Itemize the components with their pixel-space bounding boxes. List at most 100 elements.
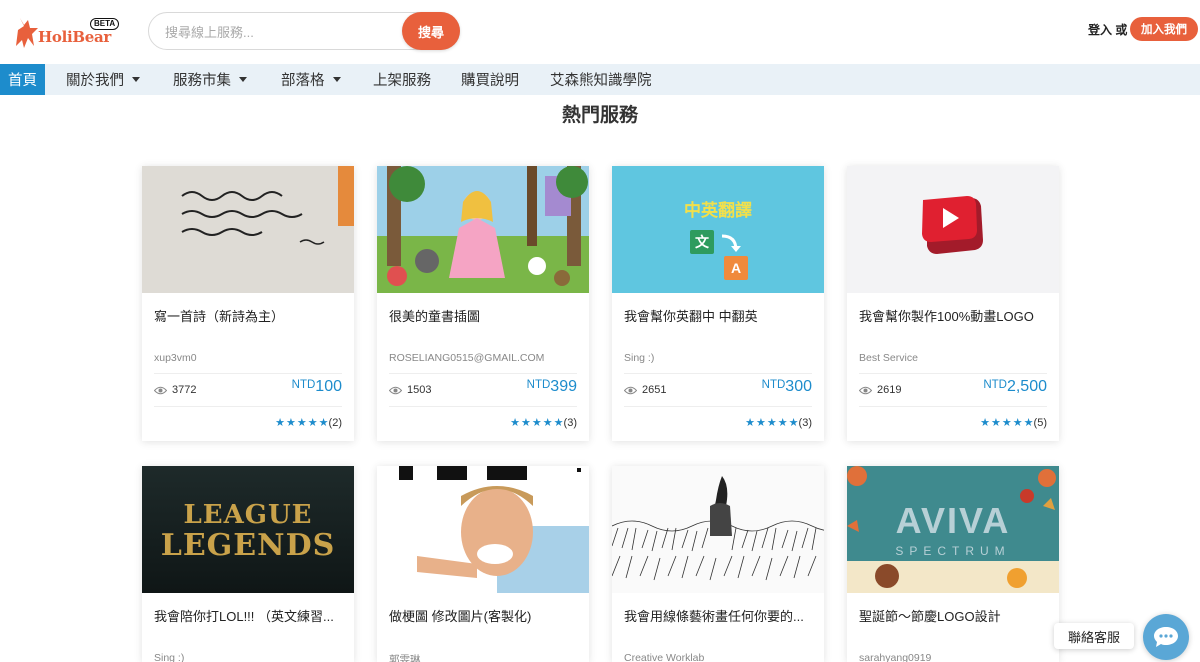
card-seller[interactable]: sarahyang0919 [859, 652, 931, 662]
nav-label: 上架服務 [373, 73, 431, 89]
price-currency: NTD [761, 379, 786, 391]
card-thumbnail[interactable]: 中英翻譯 文 A [612, 166, 824, 293]
card-title[interactable]: 聖誕節～節慶LOGO設計 [859, 606, 1049, 625]
meme-photo-image [377, 466, 589, 593]
eye-icon [624, 386, 637, 394]
card-views: 3772 [154, 384, 196, 396]
nav-label: 服務市集 [173, 73, 231, 89]
search-bar: 搜尋 [148, 12, 460, 50]
line-art-image [612, 466, 824, 593]
card-title[interactable]: 我會幫你英翻中 中翻英 [624, 306, 814, 325]
chat-bubble-icon [1154, 627, 1178, 647]
price-amount: 399 [550, 378, 577, 395]
card-thumbnail[interactable] [377, 466, 589, 593]
service-card[interactable]: 中英翻譯 文 A 我會幫你英翻中 中翻英 Sing :) 2651 NTD300… [612, 166, 824, 441]
chinese-char-icon: 文 [690, 230, 714, 254]
price-currency: NTD [526, 379, 551, 391]
star-icon: ★ [307, 417, 318, 429]
service-card[interactable]: AVIVA SPECTRUM 聖誕節～節慶LOGO設計 sarahyang091… [847, 466, 1059, 662]
card-thumbnail[interactable]: LEAGUE LEGENDS [142, 466, 354, 593]
handwritten-poem-image [142, 166, 354, 293]
card-seller[interactable]: Creative Worklab [624, 652, 704, 662]
card-thumbnail[interactable] [612, 466, 824, 593]
star-icon: ★ [788, 417, 799, 429]
star-icon: ★ [296, 417, 307, 429]
divider [859, 406, 1047, 407]
star-icon: ★ [521, 417, 531, 429]
divider [154, 406, 342, 407]
translate-icon: 文 A [690, 230, 750, 280]
star-icon: ★ [553, 417, 564, 429]
card-seller[interactable]: xup3vm0 [154, 352, 197, 364]
card-title[interactable]: 我會幫你製作100%動畫LOGO [859, 306, 1049, 325]
search-input[interactable] [165, 22, 395, 42]
views-count: 3772 [172, 384, 197, 396]
nav-item-blog[interactable]: 部落格 [281, 64, 341, 95]
price-amount: 2,500 [1006, 378, 1047, 395]
star-icon: ★ [510, 417, 521, 429]
nav-label: 購買說明 [461, 73, 519, 89]
card-title[interactable]: 做梗圖 修改圖片(客製化) [389, 606, 579, 625]
views-count: 2619 [877, 384, 902, 396]
star-icon: ★ [531, 417, 542, 429]
price-amount: 300 [785, 378, 812, 395]
card-seller[interactable]: Best Service [859, 352, 918, 364]
nav-item-market[interactable]: 服務市集 [173, 64, 247, 95]
card-title[interactable]: 我會陪你打LOL!!! （英文練習... [154, 606, 344, 625]
views-count: 1503 [407, 384, 432, 396]
divider [154, 373, 342, 374]
star-icon: ★ [745, 417, 756, 429]
storybook-illustration-image [377, 166, 589, 293]
star-icon: ★ [756, 417, 766, 429]
thumb-title: LEAGUE [183, 500, 313, 530]
search-button[interactable]: 搜尋 [402, 12, 460, 50]
service-card[interactable]: 做梗圖 修改圖片(客製化) 郭雯琳 [377, 466, 589, 662]
star-icon: ★ [980, 417, 991, 429]
card-views: 1503 [389, 384, 431, 396]
card-thumbnail[interactable] [847, 166, 1059, 293]
logo[interactable]: HoliBear BETA [14, 14, 120, 50]
card-seller[interactable]: Sing :) [154, 652, 184, 662]
views-count: 2651 [642, 384, 667, 396]
service-card[interactable]: 很美的童書插圖 ROSELIANG0515@GMAIL.COM 1503 NTD… [377, 166, 589, 441]
service-card[interactable]: 寫一首詩（新詩為主） xup3vm0 3772 NTD100 ★ ★ ★ ★ ★ (2) [142, 166, 354, 441]
nav-item-home[interactable]: 首頁 [0, 64, 45, 95]
card-thumbnail[interactable] [377, 166, 589, 293]
login-link[interactable]: 登入 或 [1088, 21, 1127, 38]
card-rating: ★ ★ ★ ★ ★ (2) [274, 416, 342, 430]
card-views: 2619 [859, 384, 901, 396]
nav-item-purchase-guide[interactable]: 購買說明 [461, 64, 519, 95]
card-price: NTD100 [292, 378, 342, 396]
nav-label: 首頁 [8, 73, 37, 89]
eye-icon [154, 386, 167, 394]
card-title[interactable]: 寫一首詩（新詩為主） [154, 306, 344, 325]
star-icon: ★ [286, 417, 296, 429]
chat-label[interactable]: 聯絡客服 [1054, 623, 1134, 649]
star-icon: ★ [777, 417, 788, 429]
price-amount: 100 [315, 378, 342, 395]
card-title[interactable]: 很美的童書插圖 [389, 306, 579, 325]
card-thumbnail[interactable] [142, 166, 354, 293]
card-price: NTD2,500 [983, 378, 1047, 396]
chat-button[interactable] [1143, 614, 1189, 660]
card-title[interactable]: 我會用線條藝術畫任何你要的... [624, 606, 814, 625]
rating-count: (3) [563, 416, 577, 429]
card-seller[interactable]: Sing :) [624, 352, 654, 364]
join-button[interactable]: 加入我們 [1130, 17, 1198, 41]
service-card[interactable]: 我會用線條藝術畫任何你要的... Creative Worklab [612, 466, 824, 662]
card-views: 2651 [624, 384, 666, 396]
beta-badge: BETA [90, 18, 120, 30]
nav-item-about[interactable]: 關於我們 [66, 64, 140, 95]
nav-item-list-service[interactable]: 上架服務 [373, 64, 431, 95]
card-seller[interactable]: 郭雯琳 [389, 652, 421, 662]
card-rating: ★ ★ ★ ★ ★ (3) [509, 416, 577, 430]
star-icon: ★ [991, 417, 1001, 429]
card-price: NTD300 [762, 378, 812, 396]
card-seller[interactable]: ROSELIANG0515@GMAIL.COM [389, 352, 544, 364]
price-currency: NTD [983, 379, 1007, 391]
card-price: NTD399 [527, 378, 577, 396]
nav-item-academy[interactable]: 艾森熊知識學院 [550, 64, 652, 95]
card-thumbnail[interactable]: AVIVA SPECTRUM [847, 466, 1059, 593]
service-card[interactable]: LEAGUE LEGENDS 我會陪你打LOL!!! （英文練習... Sing… [142, 466, 354, 662]
service-card[interactable]: 我會幫你製作100%動畫LOGO Best Service 2619 NTD2,… [847, 166, 1059, 441]
